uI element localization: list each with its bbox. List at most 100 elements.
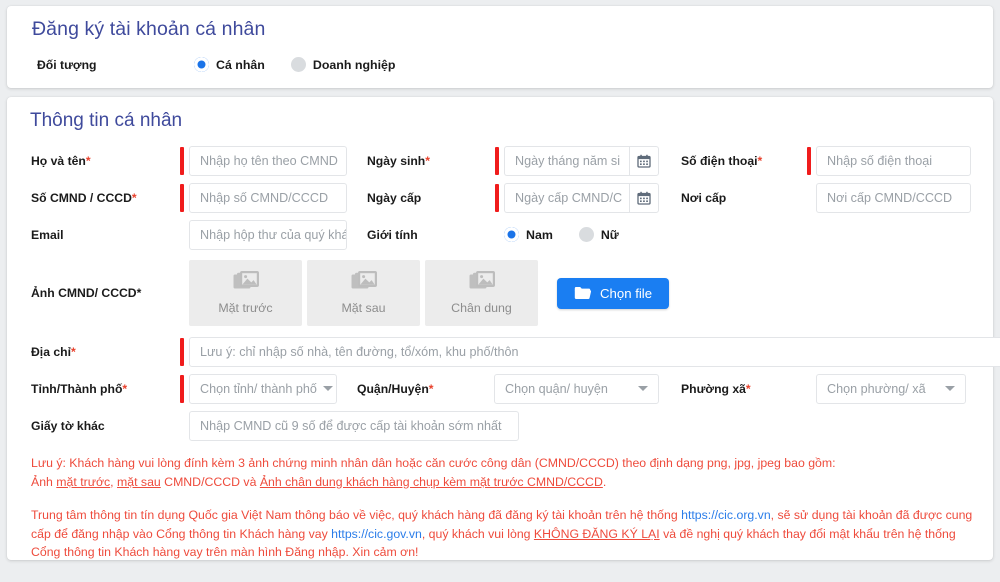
photo-upload-row: Ảnh CMND/ CCCD* Mặt trước <box>23 253 977 333</box>
photos-label: Ảnh CMND/ CCCD* <box>23 286 180 300</box>
image-placeholder-icon <box>351 271 377 293</box>
link-cic-org-vn[interactable]: https://cic.org.vn <box>681 508 771 522</box>
page-title: Đăng ký tài khoản cá nhân <box>32 18 971 41</box>
issueplace-input[interactable]: Nơi cấp CMND/CCCD <box>816 183 971 213</box>
radio-selected-icon[interactable] <box>194 57 209 72</box>
calendar-icon[interactable] <box>629 146 659 176</box>
radio-option-nu[interactable]: Nữ <box>579 227 619 242</box>
fullname-label: Họ và tên* <box>23 154 180 168</box>
note-attachments: Lưu ý: Khách hàng vui lòng đính kèm 3 ản… <box>31 454 977 491</box>
radio-label-ca-nhan: Cá nhân <box>216 58 265 72</box>
district-select[interactable]: Chọn quận/ huyện <box>494 374 659 404</box>
email-input[interactable]: Nhập hộp thư của quý khá <box>189 220 347 250</box>
issuedate-input[interactable]: Ngày cấp CMND/C <box>504 183 629 213</box>
link-cic-gov-vn[interactable]: https://cic.gov.vn <box>331 527 422 541</box>
required-marker-placeholder <box>180 279 184 307</box>
object-type-radio-group[interactable]: Cá nhân Doanh nghiệp <box>194 57 396 72</box>
phone-input[interactable]: Nhập số điện thoại <box>816 146 971 176</box>
object-type-row: Đối tượng Cá nhân Doanh nghiệp <box>29 57 971 72</box>
idnumber-input[interactable]: Nhập số CMND/CCCD <box>189 183 347 213</box>
form-row-location: Tỉnh/Thành phố* Chọn tỉnh/ thành phố Quậ… <box>23 370 977 407</box>
ward-label: Phường xã* <box>659 382 807 396</box>
required-asterisk: * <box>746 382 751 396</box>
issueplace-field-wrap: Nơi cấp CMND/CCCD <box>807 183 971 213</box>
form-row-2: Số CMND / CCCD* Nhập số CMND/CCCD Ngày c… <box>23 179 977 216</box>
upload-box-mat-truoc[interactable]: Mặt trước <box>189 260 302 326</box>
issueplace-label: Nơi cấp <box>659 191 807 205</box>
address-input[interactable]: Lưu ý: chỉ nhập số nhà, tên đường, tổ/xó… <box>189 337 1000 367</box>
note-mid: CMND/CCCD và <box>161 475 260 489</box>
form-row-otherdoc: Giấy tờ khác Nhập CMND cũ 9 số để được c… <box>23 407 977 444</box>
form-row-1: Họ và tên* Nhập họ tên theo CMND Ngày si… <box>23 142 977 179</box>
registration-page: Đăng ký tài khoản cá nhân Đối tượng Cá n… <box>0 0 1000 582</box>
fullname-field-wrap: Nhập họ tên theo CMND <box>180 146 347 176</box>
note-sep: , <box>110 475 117 489</box>
birthday-field-wrap: Ngày tháng năm si <box>495 146 659 176</box>
note2-part1: Trung tâm thông tin tín dụng Quốc gia Vi… <box>31 508 681 522</box>
required-marker-placeholder <box>807 375 811 403</box>
ward-select[interactable]: Chọn phường/ xã <box>816 374 966 404</box>
radio-unselected-icon[interactable] <box>579 227 594 242</box>
required-marker-placeholder <box>807 184 811 212</box>
required-marker <box>180 184 184 212</box>
address-label: Địa chỉ* <box>23 345 180 359</box>
choose-file-label: Chọn file <box>600 286 652 301</box>
otherdoc-field-wrap: Nhập CMND cũ 9 số để được cấp tài khoản … <box>180 411 519 441</box>
radio-unselected-icon[interactable] <box>291 57 306 72</box>
personal-info-card: Thông tin cá nhân Họ và tên* Nhập họ tên… <box>7 97 993 560</box>
note-attachments-line2: Ảnh mặt trước, mặt sau CMND/CCCD và Ảnh … <box>31 473 977 492</box>
note-period: . <box>603 475 606 489</box>
radio-label-nu: Nữ <box>601 228 619 242</box>
upload-box-chan-dung[interactable]: Chân dung <box>425 260 538 326</box>
ward-select-value: Chọn phường/ xã <box>827 382 926 396</box>
birthday-input[interactable]: Ngày tháng năm si <box>504 146 629 176</box>
upload-caption: Mặt sau <box>341 301 385 315</box>
required-marker-placeholder <box>495 221 499 249</box>
required-asterisk: * <box>137 286 142 300</box>
form-row-address: Địa chỉ* Lưu ý: chỉ nhập số nhà, tên đườ… <box>23 333 977 370</box>
gender-label: Giới tính <box>347 228 495 242</box>
note-link-mat-truoc[interactable]: mặt trước <box>56 475 110 489</box>
required-marker <box>807 147 811 175</box>
required-marker-placeholder <box>180 412 184 440</box>
radio-label-nam: Nam <box>526 228 553 242</box>
required-marker <box>495 184 499 212</box>
required-asterisk: * <box>122 382 127 396</box>
gender-field-wrap: Nam Nữ <box>495 221 619 249</box>
otherdoc-input[interactable]: Nhập CMND cũ 9 số để được cấp tài khoản … <box>189 411 519 441</box>
upload-caption: Mặt trước <box>218 301 272 315</box>
gender-radio-group[interactable]: Nam Nữ <box>504 227 619 242</box>
ward-field-wrap: Chọn phường/ xã <box>807 374 966 404</box>
idnumber-field-wrap: Nhập số CMND/CCCD <box>180 183 347 213</box>
required-marker-placeholder <box>180 221 184 249</box>
required-marker <box>180 375 184 403</box>
calendar-icon[interactable] <box>629 183 659 213</box>
phone-field-wrap: Nhập số điện thoại <box>807 146 971 176</box>
chevron-down-icon <box>323 386 333 391</box>
image-placeholder-icon <box>233 271 259 293</box>
calendar-glyph <box>637 154 651 168</box>
form-row-3: Email Nhập hộp thư của quý khá Giới tính… <box>23 216 977 253</box>
province-select-value: Chọn tỉnh/ thành phố <box>200 382 317 396</box>
notes-area: Lưu ý: Khách hàng vui lòng đính kèm 3 ản… <box>31 454 977 562</box>
fullname-input[interactable]: Nhập họ tên theo CMND <box>189 146 347 176</box>
province-select[interactable]: Chọn tỉnh/ thành phố <box>189 374 337 404</box>
required-marker <box>495 147 499 175</box>
note-prefix: Ảnh <box>31 475 56 489</box>
required-asterisk: * <box>71 345 76 359</box>
note2-part3: , quý khách vui lòng <box>422 527 534 541</box>
choose-file-button[interactable]: Chọn file <box>557 278 669 309</box>
upload-box-mat-sau[interactable]: Mặt sau <box>307 260 420 326</box>
radio-option-ca-nhan[interactable]: Cá nhân <box>194 57 265 72</box>
province-field-wrap: Chọn tỉnh/ thành phố <box>180 374 337 404</box>
chevron-down-icon <box>638 386 648 391</box>
note-link-mat-sau[interactable]: mặt sau <box>117 475 161 489</box>
radio-selected-icon[interactable] <box>504 227 519 242</box>
radio-label-doanh-nghiep: Doanh nghiệp <box>313 58 396 72</box>
required-asterisk: * <box>425 154 430 168</box>
note-link-chan-dung[interactable]: Ảnh chân dung khách hàng chụp kèm mặt tr… <box>260 475 603 489</box>
radio-option-nam[interactable]: Nam <box>504 227 553 242</box>
radio-option-doanh-nghiep[interactable]: Doanh nghiệp <box>291 57 396 72</box>
account-type-card: Đăng ký tài khoản cá nhân Đối tượng Cá n… <box>7 6 993 88</box>
issuedate-field-wrap: Ngày cấp CMND/C <box>495 183 659 213</box>
